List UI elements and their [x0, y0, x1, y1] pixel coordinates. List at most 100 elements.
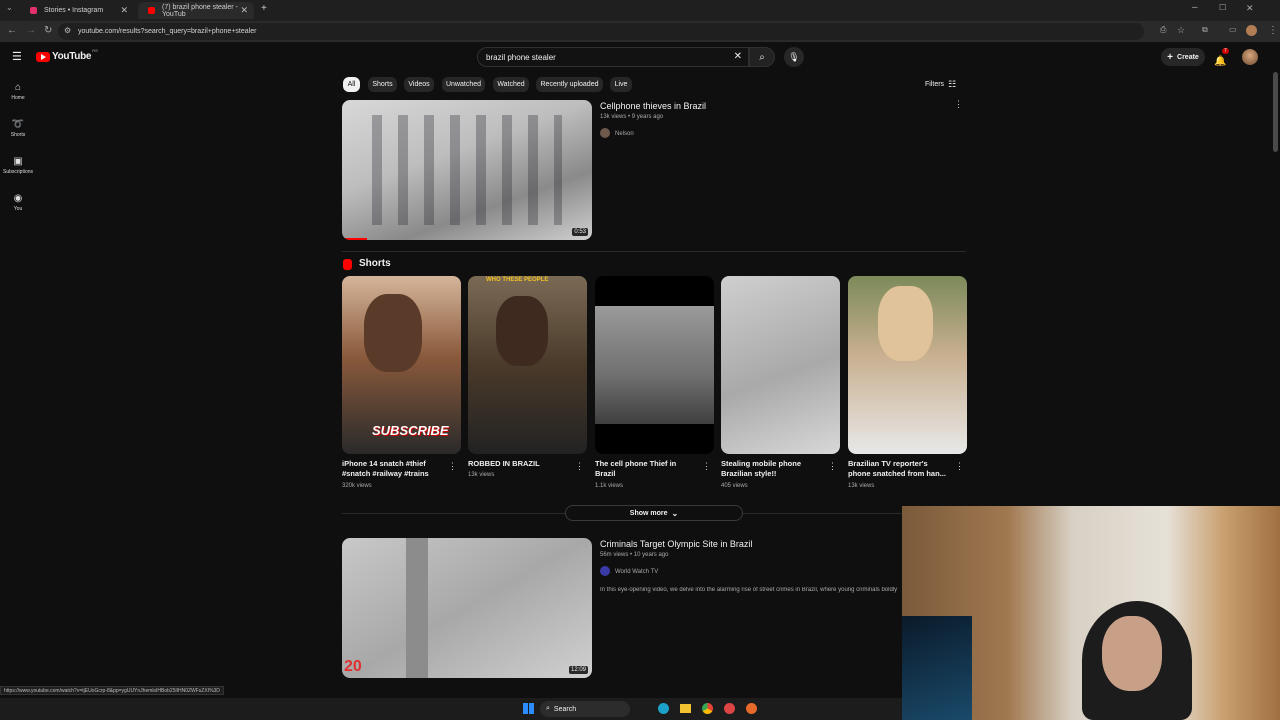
app-icon[interactable]: [724, 703, 735, 714]
webcam-overlay: [902, 506, 1280, 720]
chip-label: Videos: [408, 81, 430, 88]
app-icon[interactable]: [746, 703, 757, 714]
profile-avatar-icon[interactable]: [1246, 25, 1257, 36]
thumbnail-number: 20: [344, 658, 362, 675]
taskbar-search[interactable]: ⌕ Search: [540, 701, 630, 717]
bookmark-star-icon[interactable]: ☆: [1177, 25, 1185, 36]
close-tab-icon[interactable]: ✕: [240, 5, 248, 16]
tab-instagram[interactable]: Stories • Instagram ✕: [20, 2, 134, 19]
voice-search-button[interactable]: 🎙: [784, 47, 804, 67]
short-thumbnail[interactable]: [721, 276, 840, 454]
short-title[interactable]: iPhone 14 snatch #thief #snatch #railway…: [342, 459, 442, 479]
minimize-icon[interactable]: –: [1192, 2, 1198, 13]
more-actions-icon[interactable]: ⋮: [448, 461, 457, 472]
bell-icon: 🔔: [1214, 56, 1227, 67]
short-thumbnail[interactable]: SUBSCRIBE: [342, 276, 461, 454]
chip-videos[interactable]: Videos: [404, 77, 434, 92]
channel-name[interactable]: World Watch TV: [615, 569, 658, 575]
short-title[interactable]: Brazilian TV reporter's phone snatched f…: [848, 459, 948, 479]
channel-avatar[interactable]: [600, 566, 610, 576]
sidebar-item-home[interactable]: ⌂ Home: [0, 82, 36, 101]
video-description: In this eye-opening video, we delve into…: [600, 587, 898, 593]
browser-menu-icon[interactable]: ⋮: [1268, 25, 1278, 36]
install-app-icon[interactable]: ⎙: [1160, 25, 1166, 35]
maximize-icon[interactable]: ☐: [1219, 3, 1226, 12]
chip-label: All: [347, 81, 356, 88]
close-window-icon[interactable]: ✕: [1246, 3, 1254, 14]
close-tab-icon[interactable]: ✕: [120, 5, 128, 16]
short-thumbnail[interactable]: [595, 276, 714, 454]
sidebar-item-label: Subscriptions: [2, 169, 33, 175]
chip-watched[interactable]: Watched: [493, 77, 529, 92]
chip-recently-uploaded[interactable]: Recently uploaded: [536, 77, 603, 92]
short-title[interactable]: The cell phone Thief in Brazil: [595, 459, 695, 479]
youtube-favicon-icon: [148, 7, 155, 14]
search-query: brazil phone stealer: [486, 52, 556, 62]
divider: [342, 251, 966, 252]
home-icon: ⌂: [14, 82, 22, 93]
edge-icon[interactable]: [658, 703, 669, 714]
thumbnail-scene: [595, 306, 714, 424]
clear-search-icon[interactable]: ✕: [734, 51, 742, 62]
short-title[interactable]: Stealing mobile phone Brazilian style!!: [721, 459, 821, 479]
forward-icon[interactable]: →: [26, 25, 36, 36]
instagram-favicon-icon: [30, 7, 37, 14]
new-tab-icon[interactable]: +: [261, 3, 267, 14]
more-actions-icon[interactable]: ⋮: [575, 461, 584, 472]
thumbnail-scene: [372, 115, 562, 225]
notification-badge: 7: [1222, 48, 1229, 54]
more-actions-icon[interactable]: ⋮: [955, 461, 964, 472]
account-avatar[interactable]: [1242, 49, 1258, 65]
tab-list-icon[interactable]: ⌄: [6, 3, 13, 12]
chip-live[interactable]: Live: [610, 77, 632, 92]
create-button[interactable]: + Create: [1161, 48, 1205, 66]
video-thumbnail[interactable]: 20 12:09: [342, 538, 592, 678]
show-more-button[interactable]: Show more ⌄: [565, 505, 743, 521]
windows-start-icon[interactable]: [523, 703, 534, 714]
sidebar-item-label: Home: [11, 95, 25, 101]
channel-avatar[interactable]: [600, 128, 610, 138]
search-icon: ⌕: [546, 705, 550, 712]
chrome-icon[interactable]: [702, 703, 713, 714]
more-actions-icon[interactable]: ⋮: [702, 461, 711, 472]
sidebar-icon[interactable]: ▭: [1229, 25, 1237, 34]
video-thumbnail[interactable]: 0:53: [342, 100, 592, 240]
youtube-logo[interactable]: YouTube RS: [36, 48, 98, 62]
filters-icon: ☷: [948, 79, 957, 89]
extensions-icon[interactable]: ⧉: [1202, 25, 1208, 35]
sidebar-item-shorts[interactable]: ➰ Shorts: [0, 119, 36, 138]
channel-name[interactable]: Nelson: [615, 131, 634, 137]
search-button[interactable]: ⌕: [749, 47, 775, 67]
more-actions-icon[interactable]: ⋮: [954, 99, 963, 110]
video-title[interactable]: Criminals Target Olympic Site in Brazil: [600, 539, 752, 549]
short-thumbnail[interactable]: [848, 276, 967, 454]
more-actions-icon[interactable]: ⋮: [828, 461, 837, 472]
url-field[interactable]: ⚙ youtube.com/results?search_query=brazi…: [58, 23, 1144, 40]
chip-all[interactable]: All: [343, 77, 360, 92]
search-input[interactable]: brazil phone stealer ✕: [477, 47, 749, 67]
notifications-button[interactable]: 🔔 7: [1214, 48, 1229, 67]
short-thumbnail[interactable]: WHO THESE PEOPLE: [468, 276, 587, 454]
chip-label: Shorts: [372, 81, 393, 88]
browser-tab-bar: ⌄ Stories • Instagram ✕ (7) brazil phone…: [0, 0, 1280, 21]
chip-unwatched[interactable]: Unwatched: [442, 77, 485, 92]
sidebar-item-subscriptions[interactable]: ▣ Subscriptions: [0, 156, 36, 175]
short-title[interactable]: ROBBED IN BRAZIL: [468, 459, 568, 469]
hamburger-menu-icon[interactable]: ☰: [12, 50, 22, 63]
video-duration: 0:53: [572, 228, 588, 236]
scrollbar[interactable]: [1273, 72, 1278, 152]
back-icon[interactable]: ←: [7, 25, 17, 36]
video-meta: 13k views • 9 years ago: [600, 114, 664, 120]
sidebar-item-you[interactable]: ◉ You: [0, 193, 36, 212]
reload-icon[interactable]: ↻: [44, 25, 52, 36]
taskbar-search-label: Search: [553, 705, 577, 713]
filters-button[interactable]: Filters ☷: [925, 79, 956, 90]
video-meta: 56m views • 10 years ago: [600, 552, 669, 558]
you-icon: ◉: [13, 193, 23, 204]
file-explorer-icon[interactable]: [680, 704, 691, 713]
site-info-icon[interactable]: ⚙: [64, 26, 71, 35]
chip-shorts[interactable]: Shorts: [368, 77, 397, 92]
tab-youtube[interactable]: (7) brazil phone stealer - YouTub ✕: [138, 2, 254, 19]
short-overlay-text: WHO THESE PEOPLE: [486, 277, 549, 283]
video-title[interactable]: Cellphone thieves in Brazil: [600, 101, 706, 111]
